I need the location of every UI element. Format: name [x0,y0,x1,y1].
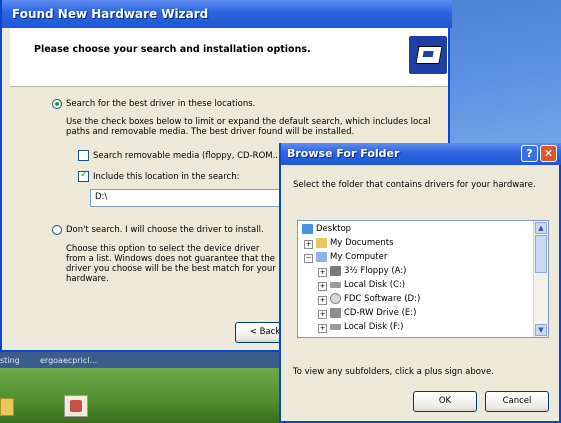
scroll-thumb[interactable] [535,235,547,273]
search-option-label[interactable]: Search for the best driver in these loca… [66,99,255,109]
tree-label-my-computer: My Computer [330,252,388,262]
tree-scrollbar[interactable]: ▲ ▼ [533,221,548,337]
removable-media-checkbox[interactable] [78,150,89,161]
include-location-label[interactable]: Include this location in the search: [93,172,239,182]
wizard-title-bar[interactable]: Found New Hardware Wizard [2,0,452,28]
tree-label-floppy: 3½ Floppy (A:) [344,266,407,276]
cd-drive-icon [330,293,341,304]
expand-icon[interactable]: + [318,282,327,291]
close-icon[interactable]: ✕ [540,145,557,162]
scroll-down-icon[interactable]: ▼ [535,324,547,336]
desktop-folder-icon[interactable] [0,398,14,416]
computer-icon [316,252,327,262]
tree-label-my-documents: My Documents [330,238,394,248]
expand-icon[interactable]: + [318,324,327,333]
location-input[interactable]: D:\ [90,189,290,207]
hard-disk-icon [330,324,341,330]
tree-label-local-f: Local Disk (F:) [344,322,404,332]
tree-label-cdrw: CD-RW Drive (E:) [344,308,417,318]
taskbar-label-right[interactable]: ergoaecpricl... [40,356,97,365]
browse-hint: To view any subfolders, click a plus sig… [293,367,494,377]
hard-disk-icon [330,282,341,288]
desktop-app-icon[interactable] [64,395,88,417]
tree-label-desktop: Desktop [316,224,352,234]
taskbar-label-left[interactable]: sting [0,356,20,365]
cdrw-drive-icon [330,308,341,318]
dont-search-description: Choose this option to select the device … [66,244,276,284]
wizard-header-panel: Please choose your search and installati… [10,28,448,87]
desktop-icon [302,224,313,234]
scroll-up-icon[interactable]: ▲ [535,222,547,234]
search-description: Use the check boxes below to limit or ex… [66,117,431,137]
floppy-drive-icon [330,266,341,276]
expand-icon[interactable]: + [318,310,327,319]
expand-icon[interactable]: + [318,296,327,305]
dont-search-label[interactable]: Don't search. I will choose the driver t… [66,225,264,235]
expand-icon[interactable]: + [318,268,327,277]
tree-label-local-c: Local Disk (C:) [344,280,406,290]
folder-icon [316,238,327,248]
tree-label-fdc-software: FDC Software (D:) [344,294,421,304]
dont-search-radio[interactable] [52,225,62,235]
collapse-icon[interactable]: − [304,254,313,263]
browse-title-bar[interactable]: Browse For Folder ? ✕ [281,143,561,165]
browse-folder-dialog: Browse For Folder ? ✕ Select the folder … [279,143,561,423]
include-location-checkbox[interactable] [78,169,89,182]
browse-instruction: Select the folder that contains drivers … [293,180,536,190]
wizard-title: Found New Hardware Wizard [12,7,209,21]
folder-tree[interactable]: Desktop + My Documents − My Computer + 3… [297,220,549,338]
search-option-radio[interactable] [52,99,62,109]
cancel-button[interactable]: Cancel [485,391,549,412]
ok-button[interactable]: OK [413,391,477,412]
removable-media-label[interactable]: Search removable media (floppy, CD-ROM..… [93,151,284,161]
wizard-heading: Please choose your search and installati… [34,44,311,55]
help-icon[interactable]: ? [521,145,538,162]
hardware-graphic-icon [409,36,447,74]
browse-title: Browse For Folder [287,147,400,160]
expand-icon[interactable]: + [304,240,313,249]
